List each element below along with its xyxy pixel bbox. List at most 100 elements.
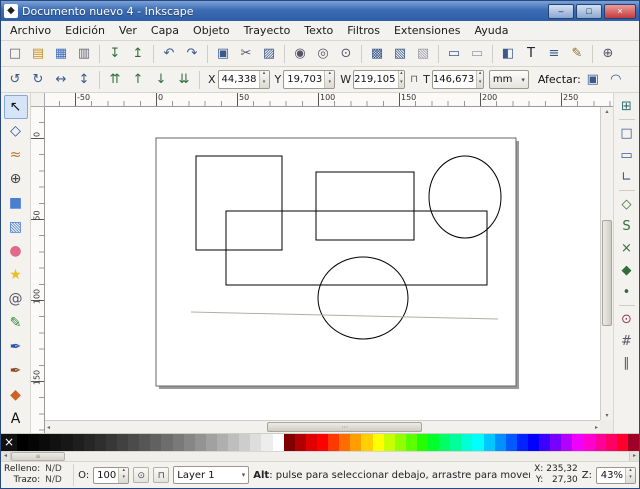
snap-centers[interactable]: ⊙ [616,308,638,330]
x-spin-arrows[interactable]: ▴▾ [259,71,269,88]
palette-swatch[interactable] [539,434,550,451]
menu-ver[interactable]: Ver [112,22,144,39]
width-spin-arrows[interactable]: ▴▾ [398,71,405,88]
canvas-viewport[interactable]: ▴ ▾ ◂ ⋯ ▸ [45,107,613,433]
fill-stroke-indicator[interactable]: Relleno: N/D Trazo: N/D [4,464,69,486]
menu-extensiones[interactable]: Extensiones [387,22,468,39]
spin-down-icon[interactable]: ▾ [260,80,269,89]
palette-scroll-track[interactable] [65,452,629,461]
rotate-cw[interactable]: ↻ [27,69,49,91]
palette-swatch[interactable] [150,434,161,451]
zoom-spinbox[interactable]: 43% ▴▾ [596,467,636,484]
spiral-tool[interactable]: @ [4,287,28,311]
scroll-left-icon[interactable]: ◂ [47,424,50,431]
palette-swatch[interactable] [606,434,617,451]
xml-editor[interactable]: ✎ [566,43,588,65]
palette-swatch[interactable] [472,434,483,451]
export-image[interactable]: ↥ [127,43,149,65]
flip-vertical[interactable]: ↕ [73,69,95,91]
lower-to-bottom[interactable]: ⇊ [173,69,195,91]
palette-swatch[interactable] [495,434,506,451]
palette-scroll-left-icon[interactable]: ◂ [1,452,11,461]
scroll-up-icon[interactable]: ▴ [601,108,613,115]
x-spinbox[interactable]: 44,338 ▴▾ [218,70,270,89]
zoom-to-selection[interactable]: ◉ [289,43,311,65]
palette-swatch[interactable] [395,434,406,451]
lower[interactable]: ↓ [150,69,172,91]
palette-swatch[interactable] [350,434,361,451]
rectangle-tool[interactable]: ■ [4,191,28,215]
snap-bbox[interactable]: □ [616,122,638,144]
height-spin-arrows[interactable]: ▴▾ [476,71,483,88]
cut[interactable]: ✂ [235,43,257,65]
palette-swatch[interactable] [39,434,50,451]
lock-ratio-toggle[interactable]: ⊓ [406,69,422,91]
palette-swatch[interactable] [428,434,439,451]
spin-down-icon[interactable]: ▾ [325,80,334,89]
node-tool[interactable]: ◇ [4,119,28,143]
palette-swatch[interactable] [595,434,606,451]
scroll-right-icon[interactable]: ▸ [595,424,598,431]
palette-swatch[interactable] [95,434,106,451]
palette-swatch[interactable] [328,434,339,451]
pen-tool[interactable]: ✒ [4,335,28,359]
snap-enable[interactable]: ⊞ [616,95,638,117]
raise[interactable]: ↑ [127,69,149,91]
duplicate[interactable]: ▩ [366,43,388,65]
palette-swatch[interactable] [195,434,206,451]
palette-swatch[interactable] [284,434,295,451]
palette-swatch[interactable] [517,434,528,451]
rotate-ccw[interactable]: ↺ [4,69,26,91]
menu-ayuda[interactable]: Ayuda [467,22,515,39]
palette-swatch[interactable] [461,434,472,451]
horizontal-scrollbar[interactable]: ◂ ⋯ ▸ [45,420,600,433]
ellipse-tool[interactable]: ● [4,239,28,263]
opacity-spinbox[interactable]: 100 ▴▾ [93,467,129,484]
palette-scroll-right-icon[interactable]: ▸ [629,452,639,461]
save-document[interactable]: ▦ [50,43,72,65]
palette-swatch[interactable] [384,434,395,451]
height-spinbox[interactable]: 146,673 ▴▾ [432,70,484,89]
snap-bbox-edges[interactable]: ▭ [616,144,638,166]
palette-swatch[interactable] [572,434,583,451]
maximize-button[interactable]: □ [576,4,602,19]
palette-swatch[interactable] [139,434,150,451]
menu-trayecto[interactable]: Trayecto [237,22,298,39]
zoom-to-page[interactable]: ⊙ [335,43,357,65]
palette-swatch[interactable] [273,434,284,451]
palette-swatch[interactable] [261,434,272,451]
palette-swatch[interactable] [61,434,72,451]
new-document[interactable]: □ [4,43,26,65]
layer-visibility-toggle[interactable]: ⊙ [133,467,149,483]
palette-swatch[interactable] [550,434,561,451]
affect-scale-corners[interactable]: ◠ [605,69,627,91]
palette-swatch[interactable] [73,434,84,451]
palette-swatch[interactable] [84,434,95,451]
palette-swatch[interactable] [50,434,61,451]
selector-tool[interactable]: ↖ [4,95,28,119]
palette-swatch[interactable] [439,434,450,451]
group[interactable]: ▭ [443,43,465,65]
vertical-scroll-thumb[interactable] [602,220,612,326]
box3d-tool[interactable]: ▧ [4,215,28,239]
menu-texto[interactable]: Texto [297,22,340,39]
unlink-clone[interactable]: ▧ [412,43,434,65]
palette-swatch[interactable] [339,434,350,451]
raise-to-top[interactable]: ⇈ [104,69,126,91]
preferences[interactable]: ⊕ [597,43,619,65]
text-tool[interactable]: A [4,407,28,431]
palette-swatch[interactable] [417,434,428,451]
copy[interactable]: ▣ [212,43,234,65]
palette-swatch[interactable] [450,434,461,451]
flip-horizontal[interactable]: ↔ [50,69,72,91]
units-dropdown[interactable]: mm ▾ [489,70,529,89]
palette-swatch[interactable] [117,434,128,451]
palette-swatch[interactable] [506,434,517,451]
y-spinbox[interactable]: 19,703 ▴▾ [283,70,335,89]
palette-swatch[interactable] [217,434,228,451]
scroll-down-icon[interactable]: ▾ [601,412,613,419]
width-spinbox[interactable]: 219,105 ▴▾ [353,70,405,89]
spin-down-icon[interactable]: ▾ [399,80,405,89]
palette-swatch[interactable] [206,434,217,451]
palette-swatch[interactable] [128,434,139,451]
